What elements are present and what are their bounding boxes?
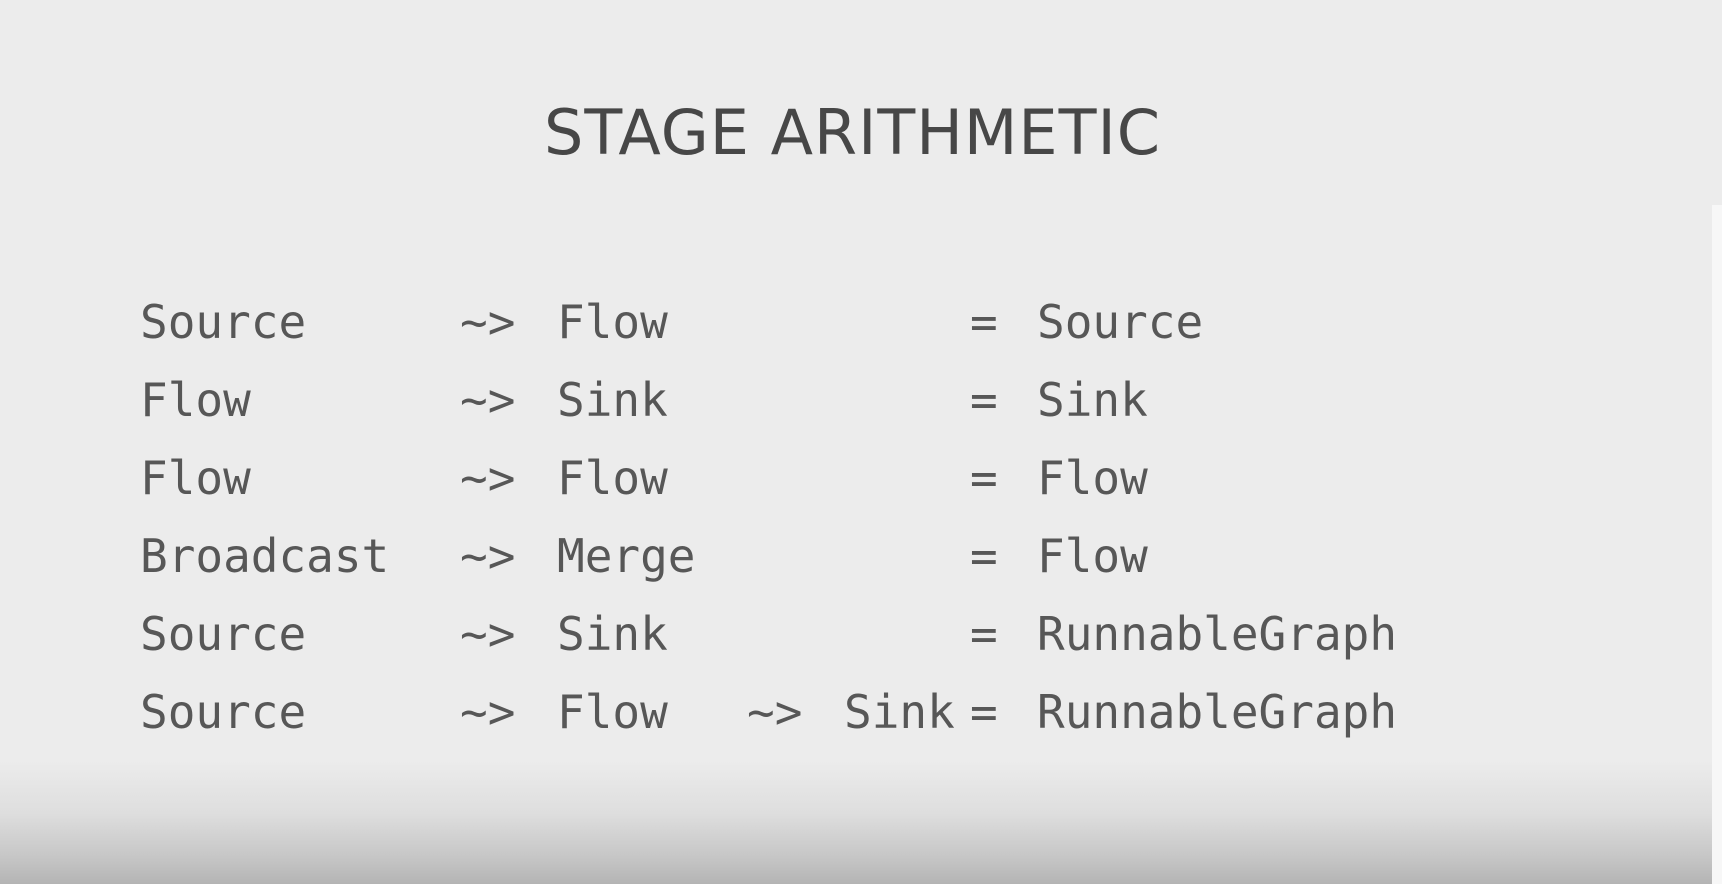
result: RunnableGraph — [1037, 607, 1398, 661]
equals-sign: = — [970, 295, 998, 349]
operand-b: Merge — [557, 529, 696, 583]
equals-sign: = — [970, 685, 998, 739]
operand-b: Sink — [557, 373, 668, 427]
operand-c — [844, 439, 970, 517]
equals-sign: = — [970, 529, 998, 583]
operator-2 — [747, 361, 844, 439]
arithmetic-row: Broadcast ~> Merge = Flow — [140, 517, 1477, 595]
operator-1: ~> — [460, 373, 516, 427]
result: Sink — [1037, 373, 1148, 427]
right-edge-strip — [1712, 205, 1722, 884]
operator-2 — [747, 283, 844, 361]
operand-c: Sink — [844, 685, 955, 739]
operator-2 — [747, 595, 844, 673]
operator-1: ~> — [460, 607, 516, 661]
equals-sign: = — [970, 607, 998, 661]
operator-1: ~> — [460, 451, 516, 505]
slide-title: STAGE ARITHMETIC — [543, 96, 1162, 169]
operand-c — [844, 517, 970, 595]
operand-a: Source — [140, 295, 307, 349]
result: Flow — [1037, 529, 1148, 583]
operand-a: Source — [140, 607, 307, 661]
arithmetic-row: Source ~> Flow = Source — [140, 283, 1477, 361]
operand-b: Flow — [557, 451, 668, 505]
operand-a: Flow — [140, 451, 251, 505]
arithmetic-row: Flow ~> Sink = Sink — [140, 361, 1477, 439]
equals-sign: = — [970, 373, 998, 427]
operator-1: ~> — [460, 685, 516, 739]
arithmetic-table: Source ~> Flow = Source Flow ~> Sink = S… — [140, 283, 1477, 751]
arithmetic-row: Source ~> Sink = RunnableGraph — [140, 595, 1477, 673]
result: Source — [1037, 295, 1204, 349]
operator-2 — [747, 517, 844, 595]
operand-a: Source — [140, 685, 307, 739]
equals-sign: = — [970, 451, 998, 505]
arithmetic-row: Source ~> Flow ~> Sink = RunnableGraph — [140, 673, 1477, 751]
operand-c — [844, 595, 970, 673]
operator-1: ~> — [460, 295, 516, 349]
operand-a: Flow — [140, 373, 251, 427]
slide: STAGE ARITHMETIC Source ~> Flow = Source… — [0, 0, 1722, 884]
result: Flow — [1037, 451, 1148, 505]
operator-1: ~> — [460, 529, 516, 583]
operator-2: ~> — [747, 685, 803, 739]
result: RunnableGraph — [1037, 685, 1398, 739]
operand-c — [844, 361, 970, 439]
operand-b: Sink — [557, 607, 668, 661]
operand-b: Flow — [557, 295, 668, 349]
operator-2 — [747, 439, 844, 517]
operand-a: Broadcast — [140, 529, 390, 583]
arithmetic-row: Flow ~> Flow = Flow — [140, 439, 1477, 517]
operand-c — [844, 283, 970, 361]
operand-b: Flow — [557, 685, 668, 739]
